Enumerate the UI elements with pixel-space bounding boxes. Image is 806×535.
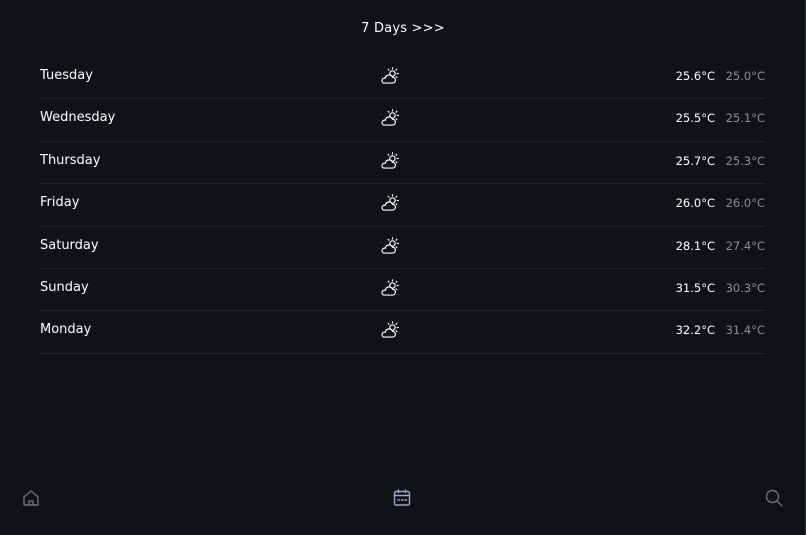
temperature-high: 25.7°C [675, 153, 715, 168]
day-name: Wednesday [40, 110, 116, 126]
temperature-low: 30.3°C [725, 280, 765, 295]
day-name: Sunday [40, 279, 89, 295]
temperature-low: 25.0°C [725, 69, 765, 83]
forecast-row[interactable]: Friday 26.0°C 26.0°C [40, 184, 765, 227]
forecast-row[interactable]: Thursday 25.7°C 25.3°C [40, 142, 765, 185]
calendar-button[interactable] [390, 486, 414, 510]
forecast-row[interactable]: Tuesday 25.6°C 25.0°C [40, 57, 765, 100]
temperature-high: 31.5°C [675, 280, 715, 295]
temperature-high: 32.2°C [675, 323, 715, 338]
day-name: Saturday [40, 237, 99, 253]
home-button[interactable] [19, 486, 43, 510]
partly-sunny-icon [381, 67, 399, 84]
day-name: Friday [40, 195, 80, 211]
calendar-icon [393, 489, 411, 506]
temperature-low: 27.4°C [725, 238, 765, 253]
forecast-list: Tuesday 25.6°C 25.0°C Wednesday 25.5°C 2… [40, 57, 765, 354]
temperature-low: 26.0°C [725, 196, 765, 211]
temperature-high: 26.0°C [675, 196, 715, 211]
temperature-low: 25.1°C [725, 111, 765, 126]
partly-sunny-icon [381, 152, 399, 169]
forecast-row[interactable]: Monday 32.2°C 31.4°C [40, 311, 765, 354]
partly-sunny-icon [381, 194, 399, 211]
temperature-low: 25.3°C [725, 153, 765, 168]
partly-sunny-icon [381, 321, 399, 339]
partly-sunny-icon [381, 236, 399, 254]
forecast-row[interactable]: Saturday 28.1°C 27.4°C [40, 227, 765, 269]
partly-sunny-icon [381, 109, 399, 127]
search-button[interactable] [762, 486, 786, 510]
temperature-high: 25.6°C [675, 69, 715, 83]
temperature-high: 28.1°C [675, 238, 715, 253]
bottom-navigation [0, 486, 806, 514]
forecast-screen: 7 Days >>> Tuesday 25.6°C 25.0°C Wednesd… [0, 0, 806, 535]
day-name: Tuesday [40, 68, 93, 83]
day-name: Monday [40, 322, 92, 338]
temperature-high: 25.5°C [675, 111, 715, 126]
forecast-row[interactable]: Sunday 31.5°C 30.3°C [40, 269, 765, 312]
partly-sunny-icon [381, 279, 399, 296]
forecast-row[interactable]: Wednesday 25.5°C 25.1°C [40, 99, 765, 142]
day-name: Thursday [40, 152, 101, 168]
home-icon [23, 490, 39, 506]
temperature-low: 31.4°C [725, 323, 765, 338]
page-title[interactable]: 7 Days >>> [0, 21, 806, 36]
search-icon [765, 489, 783, 507]
